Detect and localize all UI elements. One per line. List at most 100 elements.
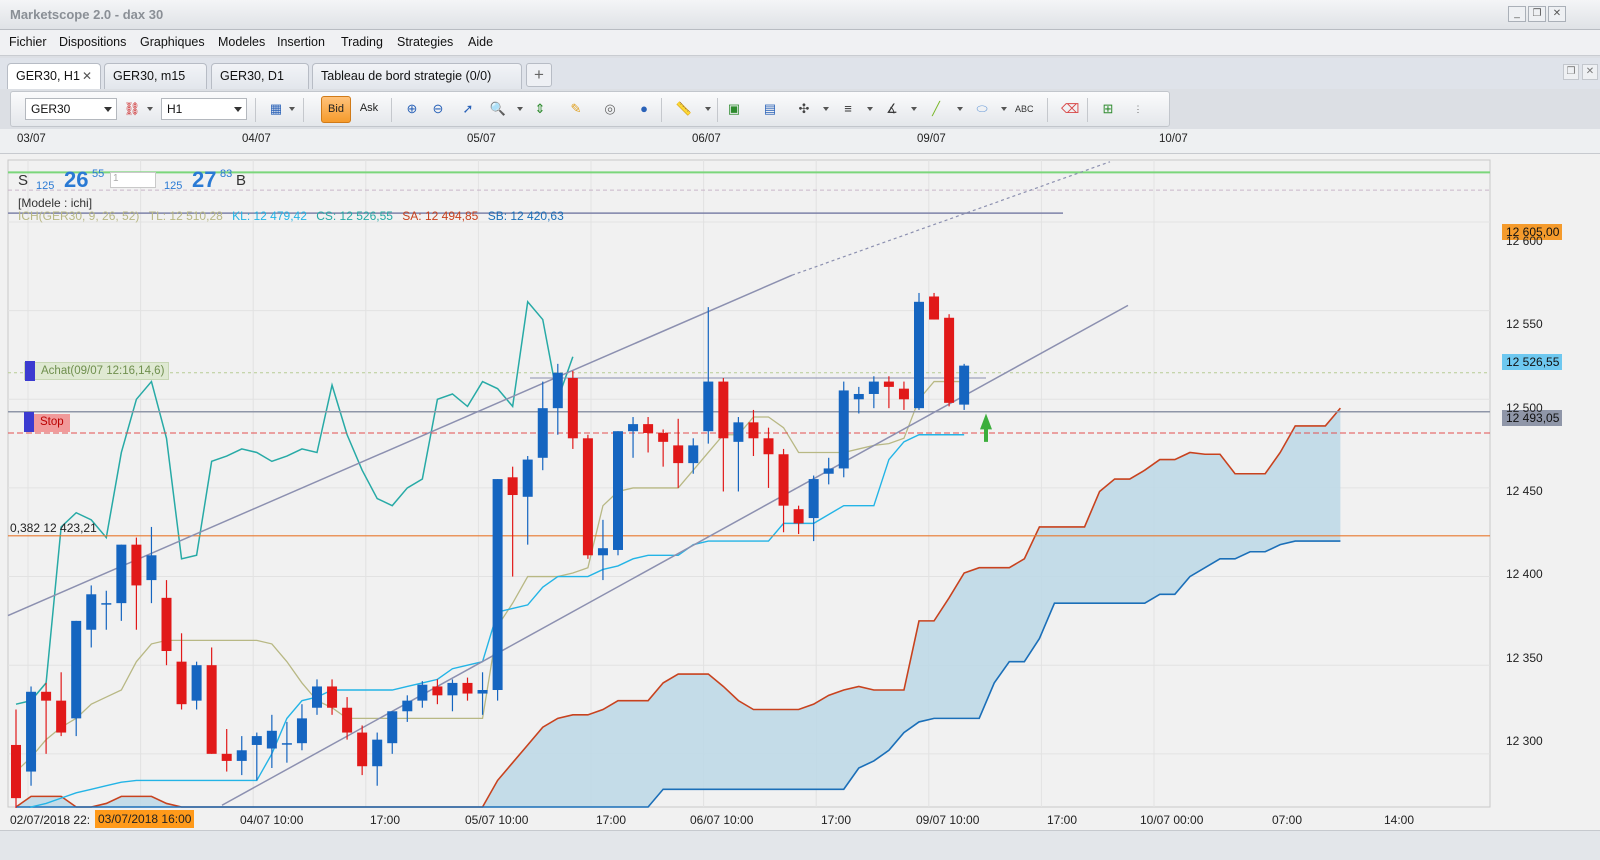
candle-body [793,509,804,524]
time-axis: 02/07/2018 22: 03/07/2018 16:00 04/07 10… [0,808,1600,830]
candle-body [673,445,684,464]
candle-body [101,603,112,605]
view-icon[interactable]: ◎ [601,100,619,118]
image-icon[interactable]: ▣ [725,100,743,118]
menu-trading[interactable]: Trading [341,35,383,49]
link-icon[interactable]: ⛓ [123,100,141,118]
candle-body [116,544,127,604]
menu-graphiques[interactable]: Graphiques [140,35,205,49]
minimize-button[interactable]: _ [1508,6,1526,22]
time-label: 07:00 [1272,813,1303,827]
quantity-input[interactable]: 1 [110,172,156,188]
candle-body [808,479,819,519]
candle-body [176,661,187,705]
menu-modeles[interactable]: Modeles [218,35,265,49]
date-ruler: 03/07 04/07 05/07 06/07 09/07 10/07 [0,129,1600,154]
menu-insertion[interactable]: Insertion [277,35,325,49]
order-marker[interactable] [25,361,35,381]
candle-body [959,365,970,405]
time-label: 06/07 10:00 [690,813,754,827]
candle-body [11,744,21,799]
tab-ger30-h1[interactable]: GER30, H1 ✕ [7,63,101,89]
buy-price-pips: 83 [220,168,233,180]
eraser-icon[interactable]: ⌫ [1061,100,1079,118]
tab-ger30-m15[interactable]: GER30, m15 [104,63,207,89]
candle-body [567,378,578,439]
candle-body [387,711,398,744]
buy-amount: 125 [164,180,183,192]
zoom-area-icon[interactable]: 🔍 [489,100,507,118]
timeframe-select[interactable]: H1 [161,98,247,120]
candle-body [191,665,202,701]
candle-body [236,750,247,761]
price-axis-label: 12 550 [1506,317,1543,331]
time-label: 04/07 10:00 [240,813,304,827]
time-label: 17:00 [596,813,627,827]
indicator-tl: TL: 12 510,28 [148,209,223,223]
bid-button[interactable]: Bid [321,96,351,123]
candle-body [944,317,955,403]
add-tab-button[interactable]: + [526,63,552,87]
candle-body [522,459,533,497]
ellipse-icon[interactable]: ⬭ [973,100,991,118]
close-panel-icon[interactable]: ✕ [1582,64,1598,80]
buy-label: B [236,172,247,189]
time-cursor-label: 03/07/2018 16:00 [95,810,195,828]
zoom-out-icon[interactable]: ⊖ [429,100,447,118]
buy-order-label[interactable]: Achat(09/07 12:16,14,6) [24,361,170,381]
tab-label: Tableau de bord strategie (0/0) [321,69,492,83]
order-marker[interactable] [24,412,34,432]
candle-body [251,736,262,745]
candle-body [342,707,353,733]
candle-body [582,438,593,556]
indicator-name: ICH(GER30, 9, 26, 52) [18,209,140,223]
stop-order-text: Stop [40,416,64,428]
cursor-icon[interactable]: ➚ [459,100,477,118]
tab-ger30-d1[interactable]: GER30, D1 [211,63,309,89]
table-icon[interactable]: ▤ [761,100,779,118]
tab-bar: GER30, H1 ✕ GER30, m15 GER30, D1 Tableau… [0,58,1600,89]
fit-icon[interactable]: ⇕ [531,100,549,118]
hierarchy-icon[interactable]: ⊞ [1099,100,1117,118]
ask-button[interactable]: Ask [354,96,384,123]
fibonacci-label: 0,382 12 423,21 [10,521,97,535]
candle-body [868,381,879,394]
candle-body [507,477,518,496]
close-icon[interactable]: ✕ [82,69,92,83]
ruler-icon[interactable]: 📏 [675,100,693,118]
menu-fichier[interactable]: Fichier [9,35,47,49]
tab-tableau-de-bord[interactable]: Tableau de bord strategie (0/0) [312,63,522,89]
fan-icon[interactable]: ∡ [883,100,901,118]
price-axis-label: 12 600 [1506,234,1543,248]
text-icon[interactable]: ABC [1015,100,1034,118]
more-icon[interactable]: ⋮ [1129,100,1147,118]
menu-dispositions[interactable]: Dispositions [59,35,126,49]
stop-order-label[interactable]: Stop [24,412,70,432]
candle-body [748,422,759,439]
candle-body [86,594,97,630]
date-label: 06/07 [692,133,721,145]
buy-price-big[interactable]: 27 [192,167,216,193]
chart-panel[interactable]: S 125 26 55 1 125 27 83 B [Modele : ichi… [0,154,1600,830]
chart-type-icon[interactable]: ▦ [267,100,285,118]
candle-body [763,438,774,455]
app-title: Marketscope 2.0 - dax 30 [10,7,164,22]
restore-button[interactable]: ❐ [1528,6,1546,22]
candle-body [221,753,232,761]
lines-icon[interactable]: ≡ [839,100,857,118]
candle-body [327,686,338,708]
candle-body [146,555,157,581]
trendline-icon[interactable]: ╱ [927,100,945,118]
zoom-in-icon[interactable]: ⊕ [403,100,421,118]
globe-icon[interactable]: ● [635,100,653,118]
menu-strategies[interactable]: Strategies [397,35,453,49]
price-chart[interactable] [0,154,1600,830]
instrument-select[interactable]: GER30 [25,98,117,120]
sell-price-big[interactable]: 26 [64,167,88,193]
properties-icon[interactable]: ✎ [567,100,585,118]
menu-aide[interactable]: Aide [468,35,493,49]
candle-body [296,718,307,744]
close-button[interactable]: ✕ [1548,6,1566,22]
crosshair-icon[interactable]: ✣ [795,100,813,118]
restore-panel-icon[interactable]: ❐ [1563,64,1579,80]
